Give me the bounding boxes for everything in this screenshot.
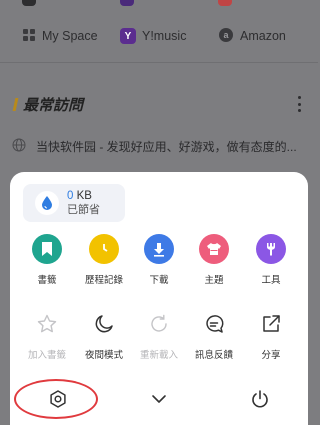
shortcut-fragment-icon — [22, 0, 36, 6]
data-saved-card[interactable]: 0 KB 已節省 — [23, 184, 125, 222]
shortcut-label: Y!music — [142, 29, 187, 43]
favorite-item-title: 当快软件园 - 发现好应用、好游戏，做有态度的... — [36, 140, 297, 154]
menu-item-label: 訊息反饋 — [194, 350, 233, 361]
menu-item-label: 工具 — [261, 275, 281, 286]
menu-item-label: 夜間模式 — [84, 350, 123, 361]
shirt-icon — [199, 234, 229, 264]
shortcut-amazon[interactable]: a Amazon — [218, 24, 286, 48]
menu-item-label: 書籤 — [37, 275, 57, 286]
shortcut-fragment-icon — [120, 0, 134, 6]
more-options-icon[interactable] — [295, 96, 303, 112]
favorite-item[interactable]: 当快软件园 - 发现好应用、好游戏，做有态度的... — [12, 138, 308, 155]
power-icon — [250, 389, 270, 414]
data-saved-label: 已節省 — [67, 204, 100, 216]
menu-item-add-bookmark[interactable]: 加入書籤 — [19, 309, 75, 361]
menu-item-label: 重新載入 — [139, 350, 178, 361]
menu-item-label: 主題 — [204, 275, 224, 286]
wrench-icon — [256, 234, 286, 264]
shortcut-label: My Space — [42, 29, 98, 43]
feedback-icon — [199, 309, 229, 339]
highlight-annotation — [14, 379, 98, 419]
shortcuts-row: My Space Y Y!music a Amazon — [0, 24, 318, 50]
star-icon — [32, 309, 62, 339]
menu-item-label: 分享 — [261, 350, 281, 361]
menu-item-label: 下載 — [149, 275, 169, 286]
favorites-title: 最常訪問 — [23, 97, 84, 114]
clock-icon — [89, 234, 119, 264]
share-icon — [256, 309, 286, 339]
menu-item-feedback[interactable]: 訊息反饋 — [186, 309, 242, 361]
collapse-menu-button[interactable] — [144, 386, 174, 416]
menu-row-secondary: 加入書籤 夜間模式 重新載入 訊息反饋 分享 — [10, 309, 308, 367]
reload-icon — [144, 309, 174, 339]
menu-item-label: 歷程記錄 — [84, 275, 123, 286]
globe-icon — [12, 138, 26, 155]
shortcut-my-space[interactable]: My Space — [22, 24, 98, 48]
download-icon — [144, 234, 174, 264]
moon-icon — [89, 309, 119, 339]
heading-accent-bar — [12, 98, 19, 111]
menu-item-tools[interactable]: 工具 — [243, 234, 299, 286]
menu-item-history[interactable]: 歷程記錄 — [76, 234, 132, 286]
menu-item-share[interactable]: 分享 — [243, 309, 299, 361]
menu-item-themes[interactable]: 主題 — [186, 234, 242, 286]
menu-row-primary: 書籤 歷程記錄 下載 主題 工具 — [10, 234, 308, 292]
shortcut-fragment-icon — [218, 0, 232, 6]
shortcut-ymusic[interactable]: Y Y!music — [120, 24, 186, 48]
chevron-down-icon — [150, 392, 168, 410]
section-divider — [0, 62, 318, 63]
data-saved-unit: KB — [73, 190, 92, 202]
exit-button[interactable] — [245, 386, 275, 416]
y-logo: Y — [120, 28, 136, 44]
menu-item-downloads[interactable]: 下載 — [131, 234, 187, 286]
bookmark-icon — [32, 234, 62, 264]
drop-icon — [35, 191, 59, 215]
top-shortcuts-fragment — [0, 0, 318, 12]
amazon-logo: a — [218, 27, 234, 46]
grid-icon — [22, 28, 36, 45]
menu-item-night-mode[interactable]: 夜間模式 — [76, 309, 132, 361]
menu-item-bookmarks[interactable]: 書籤 — [19, 234, 75, 286]
favorites-heading: 最常訪問 — [12, 94, 84, 115]
shortcut-label: Amazon — [240, 29, 286, 43]
menu-item-reload[interactable]: 重新載入 — [131, 309, 187, 361]
menu-item-label: 加入書籤 — [27, 350, 66, 361]
